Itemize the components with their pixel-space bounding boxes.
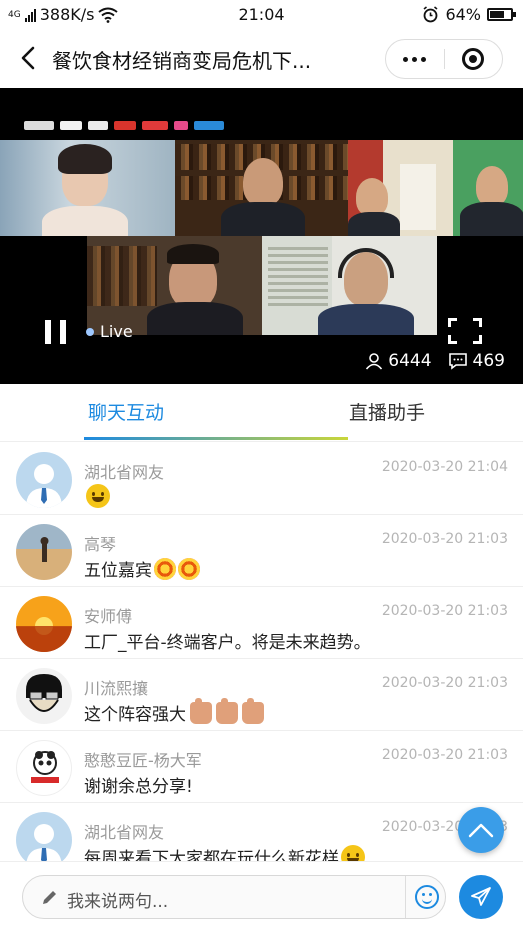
tab-live-assistant[interactable]: 直播助手 [349,398,425,425]
video-feed-guest-5 [262,236,437,335]
status-right: 64% [422,5,516,24]
message-time: 2020-03-20 21:03 [381,531,508,547]
avatar [16,668,72,724]
message-text: 谢谢余总分享! [84,777,193,797]
avatar [16,524,72,580]
message-text: 工厂_平台-终端客户。将是未来趋势。 [84,633,371,653]
sender-name: 湖北省网友 [84,823,165,842]
video-feed-guest-2 [175,140,348,236]
live-label: Live [100,322,133,341]
fullscreen-icon[interactable] [448,318,482,344]
chat-message: 憨憨豆匠-杨大军 2020-03-20 21:03 谢谢余总分享! [0,731,523,803]
chat-message: 湖北省网友 2020-03-20 21:04 [0,443,523,515]
sender-name: 川流熙攘 [84,679,149,698]
more-dots-icon [403,56,427,62]
message-time: 2020-03-20 21:03 [381,675,508,691]
avatar [16,740,72,796]
comment-input-bar: 我来说两句... [0,861,523,931]
live-indicator: Live [86,322,133,341]
chat-list[interactable]: 湖北省网友 2020-03-20 21:04 高琴 2020-03-20 21:… [0,443,523,861]
chat-message: 安师傅 2020-03-20 21:03 工厂_平台-终端客户。将是未来趋势。 [0,587,523,659]
sender-name: 湖北省网友 [84,463,165,482]
mini-program-capsule [385,39,503,79]
video-feed-guest-4 [87,236,262,335]
message-text: 这个阵容强大 [84,697,264,725]
avatar [16,452,72,508]
grin-emoji-icon [86,484,110,508]
target-icon [462,48,485,70]
back-arrow-icon[interactable] [14,43,44,73]
sender-name: 安师傅 [84,607,133,626]
chat-message: 湖北省网友 2020-03-20 21:03 每周来看下大家都在玩什么新花样 [0,803,523,861]
video-feed-guest-3 [348,140,523,236]
chevron-up-icon [468,823,494,838]
comment-bubble-icon [448,353,467,370]
alarm-icon [423,6,438,23]
paper-plane-icon [471,887,491,906]
avatar [16,596,72,652]
emoji-button[interactable] [405,876,447,918]
active-tab-indicator [84,437,348,440]
page-title: 餐饮食材经销商变局危机下... [52,49,312,73]
chat-message: 川流熙攘 2020-03-20 21:03 这个阵容强大 [0,659,523,731]
tab-bar: 聊天互动 直播助手 [0,384,523,442]
video-stats: 6444 469 [365,351,505,371]
tab-chat[interactable]: 聊天互动 [88,398,164,425]
smile-icon [414,885,439,909]
message-text: 每周来看下大家都在玩什么新花样 [84,844,365,861]
thumbs-up-emoji-icon [242,697,264,724]
lollipop-emoji-icon [178,557,200,580]
comment-input[interactable]: 我来说两句... [22,875,446,919]
message-text [84,484,110,508]
sponsor-logos [24,121,224,130]
sender-name: 憨憨豆匠-杨大军 [84,751,202,770]
message-time: 2020-03-20 21:03 [381,747,508,763]
more-menu-button[interactable] [386,40,444,78]
thumbs-up-emoji-icon [190,697,212,724]
close-capsule-button[interactable] [444,40,502,78]
message-time: 2020-03-20 21:03 [381,603,508,619]
pause-icon[interactable] [45,320,67,344]
chat-message: 高琴 2020-03-20 21:03 五位嘉宾 [0,515,523,587]
viewer-count: 6444 [365,351,432,371]
pencil-icon [43,891,56,904]
person-icon [366,353,383,370]
video-feed-guest-1 [0,140,175,236]
battery-icon [487,8,516,21]
scroll-to-top-button[interactable] [458,807,504,853]
grin-emoji-icon [341,844,365,861]
lollipop-emoji-icon [154,557,176,580]
send-button[interactable] [459,875,503,919]
message-time: 2020-03-20 21:04 [381,459,508,475]
comment-placeholder: 我来说两句... [67,892,169,912]
nav-header: 餐饮食材经销商变局危机下... [0,30,523,88]
live-video-player[interactable]: Live 6444 469 [0,88,523,384]
avatar [16,812,72,861]
sender-name: 高琴 [84,535,117,554]
message-text: 五位嘉宾 [84,556,200,581]
battery-percent: 64% [445,5,481,24]
thumbs-up-emoji-icon [216,697,238,724]
status-bar: 4G 388K/s 21:04 64% [0,0,523,30]
comment-count: 469 [448,351,505,371]
